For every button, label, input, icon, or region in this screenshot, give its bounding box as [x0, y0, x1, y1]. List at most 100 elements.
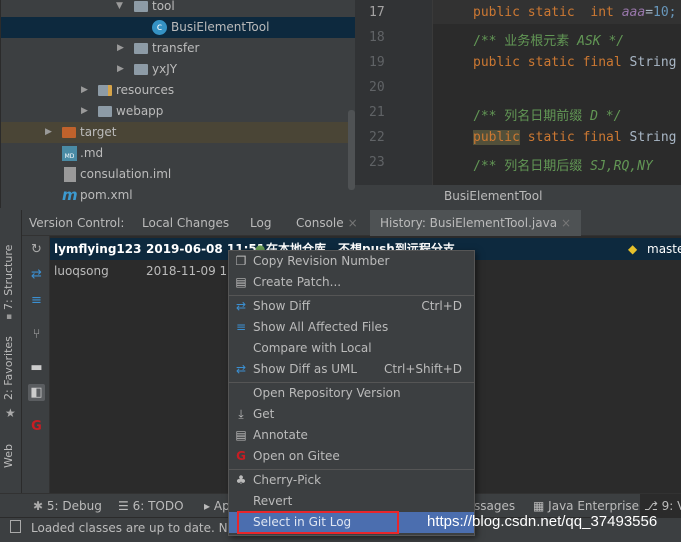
close-icon[interactable]: ×	[348, 216, 358, 230]
version-control-tabbar: Version Control: Local Changes Log Conso…	[22, 210, 681, 236]
expand-arrow-icon[interactable]: ▶	[81, 101, 88, 122]
line-number: 22	[369, 130, 385, 145]
menu-item-revert[interactable]: Revert	[229, 491, 474, 512]
breadcrumb[interactable]: BusiElementTool	[355, 185, 681, 208]
web-tool-button[interactable]: Web	[2, 444, 15, 468]
code-line-22: public static final String	[473, 130, 677, 145]
menu-item-create-patch[interactable]: ▤ Create Patch...	[229, 272, 474, 293]
java-enterprise-icon: ▦	[533, 499, 545, 513]
code-line-18: /** 业务根元素 ASK */	[473, 34, 625, 49]
server-icon: ▸	[204, 499, 211, 513]
expand-arrow-icon[interactable]: ▼	[116, 0, 123, 17]
bug-icon: ✱	[33, 499, 44, 513]
cherry-icon: ♣	[235, 473, 247, 487]
menu-item-cherry-pick[interactable]: ♣ Cherry-Pick	[229, 470, 474, 491]
class-icon: c	[152, 20, 167, 35]
branch-icon[interactable]: ⑂	[28, 326, 45, 343]
expand-arrow-icon[interactable]: ▶	[81, 80, 88, 101]
structure-icon: ▪	[6, 312, 13, 322]
menu-item-show-all-affected-files[interactable]: ≡ Show All Affected Files	[229, 317, 474, 338]
author-cell: luoqsong	[54, 264, 109, 278]
menu-item-open-repository-version[interactable]: Open Repository Version	[229, 383, 474, 404]
menu-item-compare-with-local[interactable]: Compare with Local	[229, 338, 474, 359]
tree-item-yxjy[interactable]: ▶ yxJY	[1, 59, 356, 80]
tree-item-pom-xml[interactable]: m pom.xml	[1, 185, 356, 206]
vcs-icon: ⎇	[644, 499, 658, 513]
expand-arrow-icon[interactable]: ▶	[45, 122, 52, 143]
code-editor[interactable]: 17 18 19 20 21 22 23 public static int a…	[355, 0, 681, 208]
code-line-23: /** 列名日期后缀 SJ,RQ,NY	[473, 159, 653, 174]
tree-item-webapp[interactable]: ▶ webapp	[1, 101, 356, 122]
diff-icon: ⇄	[235, 299, 247, 313]
package-icon	[134, 43, 148, 54]
refresh-icon[interactable]: ↻	[28, 241, 45, 258]
code-line-19: public static final String	[473, 55, 677, 70]
tab-history-label: History: BusiElementTool.java	[380, 216, 558, 230]
tab-console-label: Console	[296, 216, 344, 230]
uml-diff-icon: ⇄	[235, 362, 247, 376]
code-line-21: /** 列名日期前缀 D */	[473, 109, 622, 124]
status-message[interactable]: Loaded classes are up to date. No	[31, 518, 235, 538]
event-log-icon[interactable]	[10, 520, 21, 533]
favorites-tool-button[interactable]: 2: Favorites	[2, 336, 15, 400]
expand-arrow-icon[interactable]: ▶	[117, 38, 124, 59]
tree-item-tool[interactable]: ▼ tool	[1, 0, 356, 17]
patch-icon: ▤	[235, 275, 247, 289]
menu-item-show-diff-as-uml[interactable]: ⇄ Show Diff as UML Ctrl+Shift+D	[229, 359, 474, 380]
tree-item-busielementtool[interactable]: c BusiElementTool	[1, 17, 356, 38]
tree-scrollbar[interactable]	[348, 110, 355, 190]
annotation-highlight-box	[237, 511, 399, 534]
left-tool-strip: 7: Structure ▪ 2: Favorites ★ Web	[0, 210, 22, 493]
close-icon[interactable]: ×	[561, 216, 571, 230]
star-icon: ★	[5, 406, 16, 420]
line-number: 19	[369, 55, 385, 70]
tab-history[interactable]: History: BusiElementTool.java ×	[370, 210, 582, 236]
package-icon	[134, 1, 148, 12]
maven-icon: m	[62, 186, 78, 204]
affected-files-icon[interactable]: ≡	[28, 292, 45, 309]
list-icon: ☰	[118, 499, 129, 513]
diff-icon[interactable]: ⇄	[28, 266, 45, 283]
tab-local-changes[interactable]: Local Changes	[142, 210, 229, 236]
version-control-label: Version Control:	[29, 216, 125, 230]
expand-arrow-icon[interactable]: ▶	[117, 59, 124, 80]
application-servers-tool-button[interactable]: ▸ Ap	[204, 494, 230, 518]
web-folder-icon	[98, 106, 112, 117]
menu-item-open-on-gitee[interactable]: G Open on Gitee	[229, 446, 474, 467]
line-number: 23	[369, 155, 385, 170]
line-number: 17	[369, 5, 385, 20]
tab-console[interactable]: Console ×	[296, 210, 358, 236]
menu-item-get[interactable]: ⤓ Get	[229, 404, 474, 425]
markdown-file-icon: MD	[62, 146, 77, 161]
tree-item-md[interactable]: MD .md	[1, 143, 356, 164]
annotate-icon: ▤	[235, 428, 247, 442]
date-cell: 2018-11-09 13	[146, 264, 235, 278]
layout-icon[interactable]: ▬	[28, 359, 45, 376]
todo-tool-button[interactable]: ☰ 6: TODO	[118, 494, 184, 518]
structure-tool-button[interactable]: 7: Structure	[2, 245, 15, 310]
line-number: 21	[369, 105, 385, 120]
gitee-icon[interactable]: G	[28, 418, 45, 435]
details-panel-toggle-icon[interactable]: ◧	[28, 384, 45, 401]
code-line-17: public static int aaa=10;	[473, 5, 677, 20]
tag-icon: ◆	[628, 242, 638, 256]
excluded-folder-icon	[62, 127, 76, 138]
branch-label: master	[647, 242, 681, 256]
context-menu: ❐ Copy Revision Number ▤ Create Patch... ⇄…	[228, 250, 475, 536]
author-cell: lymflying123	[54, 242, 142, 256]
debug-tool-button[interactable]: ✱ 5: Debug	[33, 494, 102, 518]
tree-item-transfer[interactable]: ▶ transfer	[1, 38, 356, 59]
line-number-gutter	[355, 0, 433, 185]
line-number: 18	[369, 30, 385, 45]
menu-item-copy-revision-number[interactable]: ❐ Copy Revision Number	[229, 251, 474, 272]
watermark: https://blog.csdn.net/qq_37493556	[427, 513, 658, 530]
menu-item-annotate[interactable]: ▤ Annotate	[229, 425, 474, 446]
history-toolbar: ↻ ⇄ ≡ ⑂ ▬ ◧ G	[22, 236, 50, 493]
tree-item-consulation-iml[interactable]: consulation.iml	[1, 164, 356, 185]
tree-item-resources[interactable]: ▶ resources	[1, 80, 356, 101]
menu-item-show-diff[interactable]: ⇄ Show Diff Ctrl+D	[229, 296, 474, 317]
tree-item-target[interactable]: ▶ target	[1, 122, 356, 143]
copy-icon: ❐	[235, 254, 247, 268]
tab-log[interactable]: Log	[250, 210, 271, 236]
download-icon: ⤓	[238, 407, 244, 421]
